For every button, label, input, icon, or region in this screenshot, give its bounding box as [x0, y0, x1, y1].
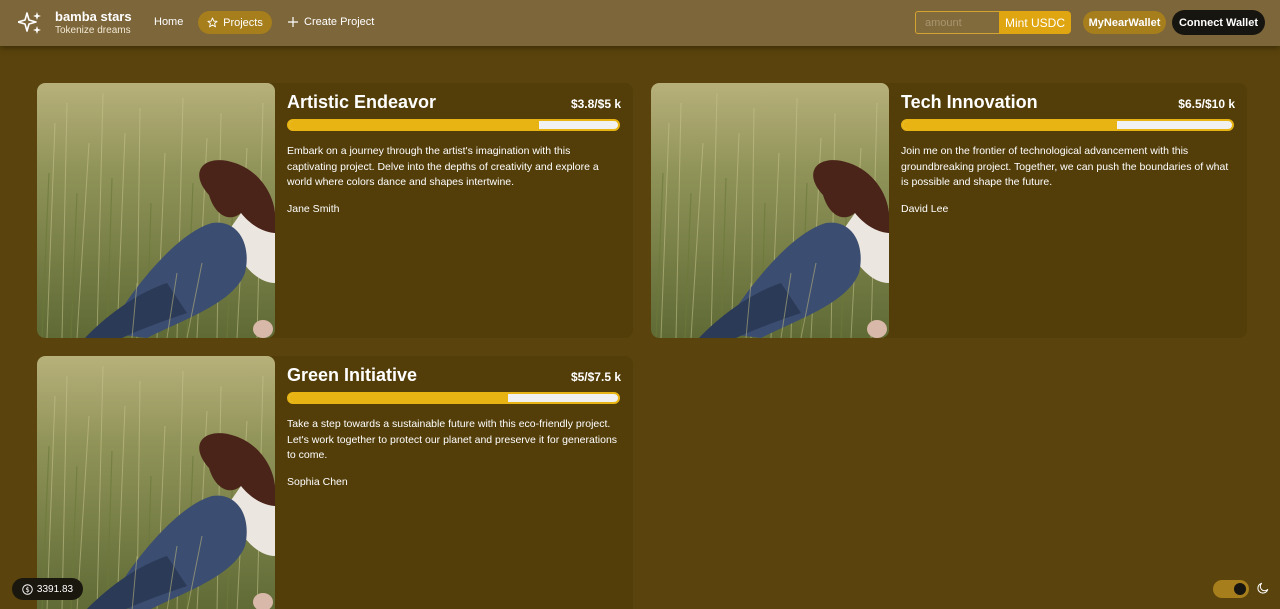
nav-create-project-link[interactable]: Create Project [288, 16, 374, 28]
plus-icon [288, 17, 298, 27]
project-funding-amount: $6.5/$10 k [1178, 97, 1235, 111]
project-funding-amount: $5/$7.5 k [570, 370, 621, 384]
project-description: Join me on the frontier of technological… [901, 145, 1229, 188]
project-card[interactable]: Tech Innovation $6.5/$10 k Join me on th… [651, 83, 1247, 338]
toggle-knob [1234, 583, 1246, 595]
brand-name[interactable]: bamba stars [55, 9, 132, 24]
project-description: Take a step towards a sustainable future… [287, 418, 618, 461]
project-title[interactable]: Artistic Endeavor [287, 92, 436, 113]
project-card[interactable]: Green Initiative $5/$7.5 k Take a step t… [37, 356, 633, 609]
funding-progress-bar [287, 119, 620, 131]
brand-tagline: Tokenize dreams [55, 25, 131, 36]
connect-wallet-button[interactable]: Connect Wallet [1172, 10, 1265, 35]
dollar-coin-icon: $ [22, 583, 33, 595]
project-author: David Lee [901, 203, 949, 215]
mint-usdc-button[interactable]: Mint USDC [999, 11, 1071, 34]
nav-create-label: Create Project [304, 16, 375, 28]
balance-value: 3391.83 [36, 583, 74, 595]
funding-progress-fill [289, 394, 509, 402]
star-icon [207, 17, 218, 28]
balance-badge[interactable]: $ 3391.83 [12, 578, 83, 600]
moon-icon[interactable] [1256, 581, 1270, 595]
top-navbar: bamba stars Tokenize dreams Home Project… [0, 0, 1280, 46]
project-description: Embark on a journey through the artist's… [287, 145, 599, 188]
nav-home-link[interactable]: Home [154, 16, 183, 28]
project-funding-amount: $3.8/$5 k [570, 97, 621, 111]
project-card[interactable]: Artistic Endeavor $3.8/$5 k Embark on a … [37, 83, 633, 338]
funding-progress-bar [287, 392, 620, 404]
amount-input[interactable] [915, 11, 999, 34]
wallet-account-button[interactable]: MyNearWallet [1083, 11, 1166, 34]
project-image[interactable] [37, 83, 275, 338]
project-author: Jane Smith [287, 203, 340, 215]
sparkles-icon[interactable] [18, 11, 42, 35]
project-image[interactable] [651, 83, 889, 338]
project-author: Sophia Chen [287, 476, 348, 488]
nav-projects-link[interactable]: Projects [198, 11, 272, 34]
svg-text:$: $ [25, 585, 29, 593]
funding-progress-bar [901, 119, 1234, 131]
theme-toggle[interactable] [1213, 580, 1249, 598]
funding-progress-fill [903, 121, 1117, 129]
nav-projects-label: Projects [223, 16, 263, 29]
project-title[interactable]: Tech Innovation [901, 92, 1038, 113]
funding-progress-fill [289, 121, 540, 129]
project-title[interactable]: Green Initiative [287, 365, 417, 386]
project-image[interactable] [37, 356, 275, 609]
